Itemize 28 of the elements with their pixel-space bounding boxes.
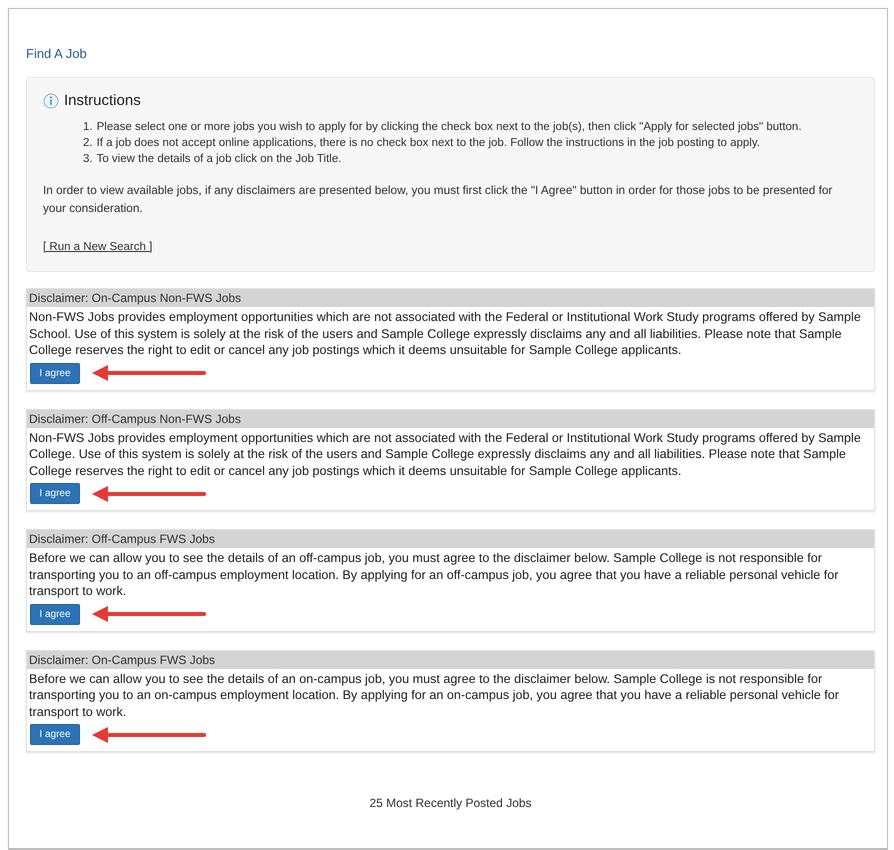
instruction-step: Please select one or more jobs you wish to apply for by clicking the check box next to the job(s), then click "Apply for selected jobs" button. [96,119,802,135]
disclaimer-title: Disclaimer: Off-Campus FWS Jobs [27,530,874,548]
arrow-icon [92,726,207,742]
i-agree-button[interactable]: I agree [30,604,80,624]
disclaimer-text: Non-FWS Jobs provides employment opportunities which are not associated with the Federal or Institutional Work Study programs offered by Sample College. Use of this system is solely at the risk of the users and Sample College expressly disclaims any and all liabilities. Please note that Sample College reserves the right to edit or cancel any job postings which it deems unsuitable for Sample College applicants. [28,430,862,479]
disclaimer-title: Disclaimer: Off-Campus Non-FWS Jobs [27,410,874,428]
step-number: 2. [83,136,93,151]
page-title: Find A Job [26,46,87,61]
arrow-icon [92,486,207,502]
run-new-search-link[interactable]: [ Run a New Search ] [43,241,152,253]
arrow-icon [92,365,207,381]
i-agree-button[interactable]: I agree [30,724,80,745]
recent-jobs-heading: 25 Most Recently Posted Jobs [369,796,532,810]
arrow-icon [92,606,207,622]
step-number: 3. [83,152,93,167]
disclaimer-title: Disclaimer: On-Campus Non-FWS Jobs [27,289,874,307]
step-number: 1. [83,120,93,135]
disclaimer-text: Non-FWS Jobs provides employment opportunities which are not associated with the Federal or Institutional Work Study programs offered by Sample School. Use of this system is solely at the risk of the users and Sample College expressly disclaims any and all liabilities. Please note that Sample College reserves the right to edit or cancel any job postings which it deems unsuitable for Sample College applicants. [28,309,862,358]
disclaimer-text: Before we can allow you to see the details of an off-campus job, you must agree to the disclaimer below. Sample College is not responsible for transporting you to an off-campus employment location. By applying for an off-campus job, you agree that you have a reliable personal vehicle for transport to work. [28,550,840,600]
instruction-step: If a job does not accept online applications, there is no check box next to the job. Follow the instructions in the job posting to apply. [96,135,760,151]
disclaimer-title: Disclaimer: On-Campus FWS Jobs [27,650,874,668]
i-agree-button[interactable]: I agree [30,362,80,384]
info-icon [43,92,59,108]
disclaimer-text: Before we can allow you to see the details of an on-campus job, you must agree to the disclaimer below. Sample College is not responsible for transporting you to an on-campus employment location. By applying for an on-campus job, you agree that you have a reliable personal vehicle for transport to work. [28,670,840,720]
instruction-step: To view the details of a job click on the Job Title. [96,151,342,167]
instructions-title: Instructions [64,92,141,109]
instructions-note: In order to view available jobs, if any disclaimers are presented below, you must first click the "I Agree" button in order for those jobs to be presented for your consideration. [43,182,834,217]
i-agree-button[interactable]: I agree [30,483,80,504]
